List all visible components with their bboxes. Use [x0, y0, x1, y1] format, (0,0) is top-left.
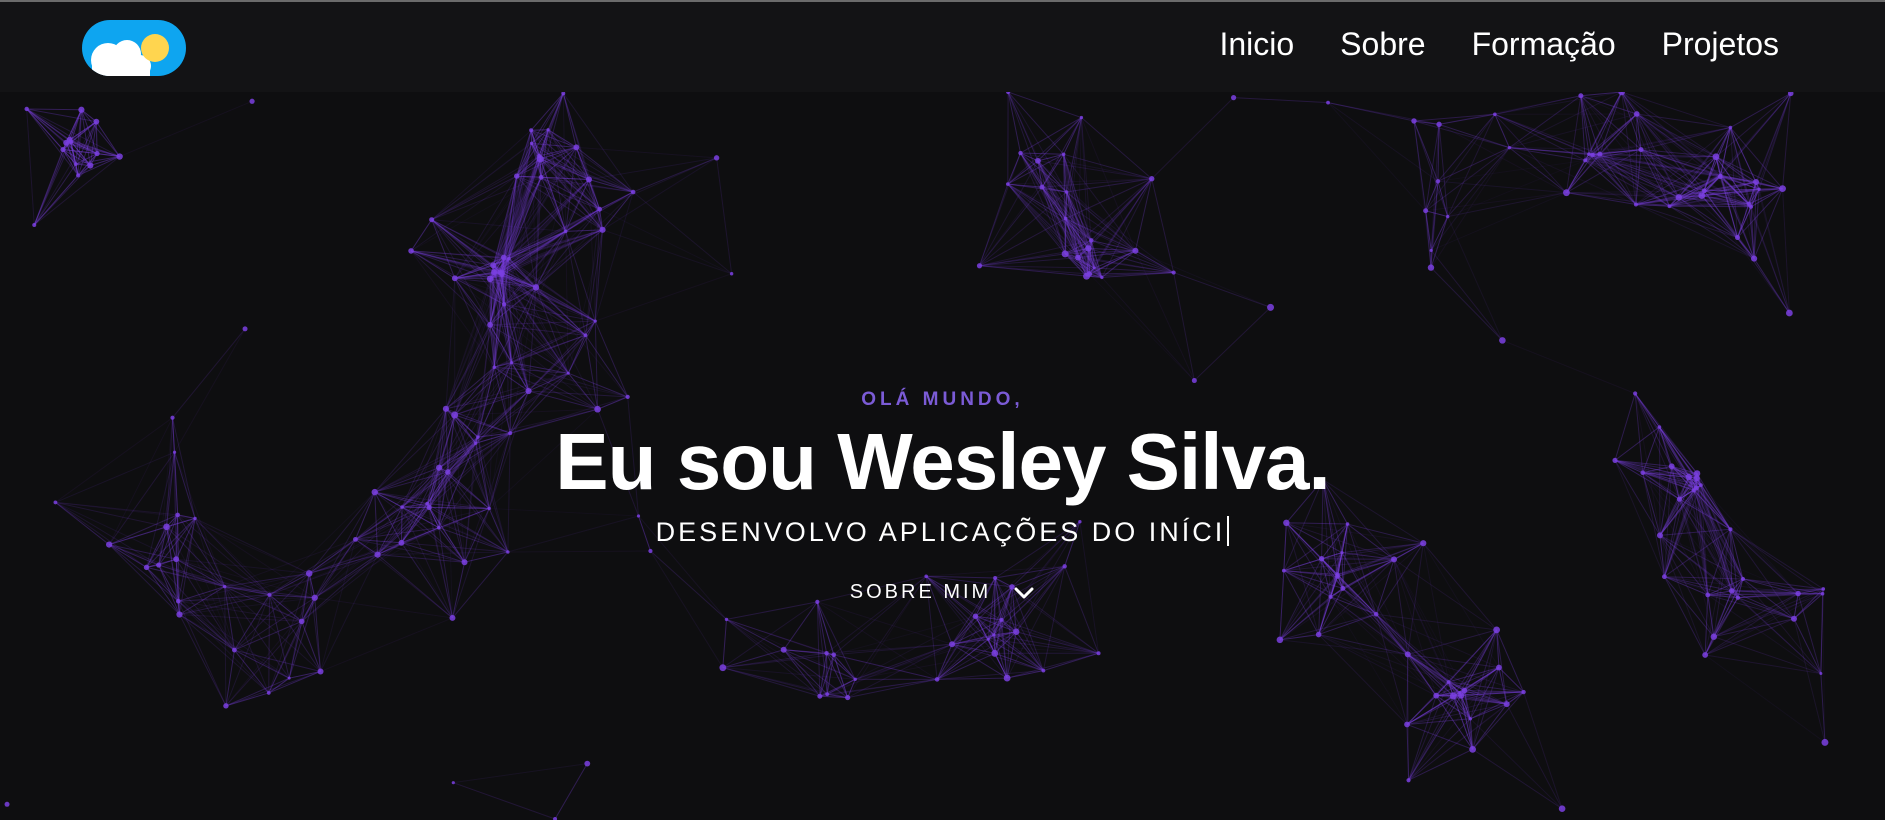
about-me-button[interactable]: SOBRE MIM: [850, 581, 1035, 604]
nav-link-inicio[interactable]: Inicio: [1219, 24, 1294, 64]
cloud-icon: [91, 40, 151, 76]
navbar: Inicio Sobre Formação Projetos: [0, 2, 1885, 92]
about-cta: SOBRE MIM: [0, 581, 1885, 604]
particle-nodes: [4, 92, 1829, 820]
sun-icon: [141, 34, 169, 62]
about-me-label: SOBRE MIM: [849, 581, 992, 603]
nav-link-formacao[interactable]: Formação: [1472, 24, 1616, 64]
particle-links: [26, 92, 1826, 820]
theme-toggle-button[interactable]: [82, 20, 186, 76]
chevron-down-icon: [1014, 587, 1034, 598]
nav-link-sobre[interactable]: Sobre: [1340, 24, 1425, 64]
particle-network-background: [4, 92, 1829, 820]
page: Inicio Sobre Formação Projetos OLÁ MUNDO…: [0, 0, 1885, 820]
nav-links: Inicio Sobre Formação Projetos: [1219, 24, 1779, 64]
nav-link-projetos[interactable]: Projetos: [1662, 24, 1779, 64]
